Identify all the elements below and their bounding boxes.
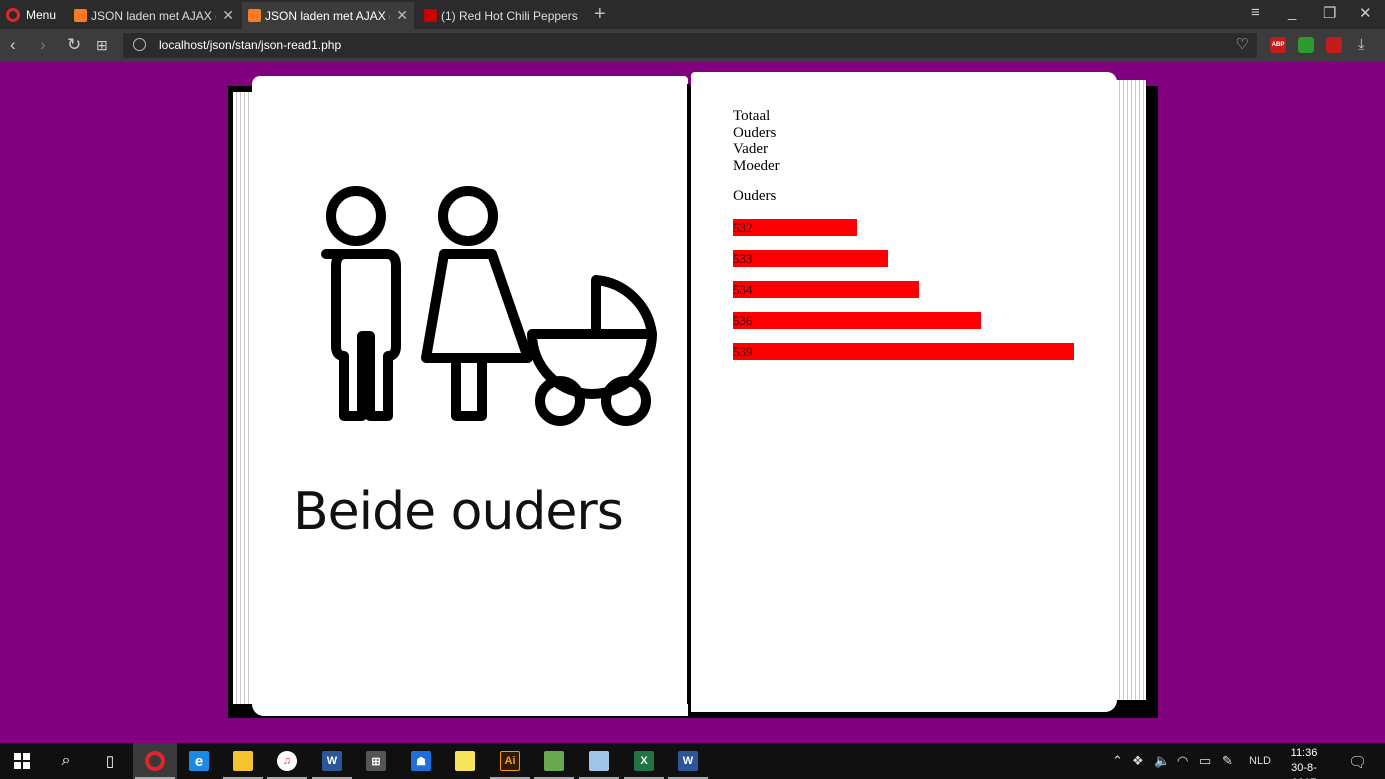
clock[interactable]: 11:36 30-8-2017 (1280, 746, 1328, 779)
close-tab-icon[interactable]: ✕ (396, 7, 408, 24)
address-bar: ‹ › ↻ ⊞ localhost/json/stan/json-read1.p… (0, 29, 1385, 62)
left-page-caption: Beide ouders (293, 482, 624, 542)
folder-icon (233, 751, 253, 771)
xampp-icon (74, 9, 87, 22)
search-icon: ⌕ (61, 752, 71, 769)
close-tab-icon[interactable]: ✕ (222, 7, 234, 24)
taskbar-app-explorer[interactable] (221, 743, 265, 779)
taskbar-app-excel[interactable]: X (622, 743, 666, 779)
taskbar-app-word[interactable]: W (310, 743, 354, 779)
globe-icon (133, 38, 146, 51)
menu-label: Menu (26, 7, 57, 22)
extension-green-icon[interactable] (1298, 37, 1314, 53)
reload-icon[interactable]: ↻ (67, 35, 81, 55)
stat-mother: Moeder (733, 157, 780, 174)
tab-json-ajax-2[interactable]: JSON laden met AJAX (en ✕ (242, 2, 414, 29)
windows-taskbar: ⌕ ▯ e ♫ W ⊞ ☗ Ai X W ⌃ ❖ 🔈 ◠ ▭ ✎ NLD 11:… (0, 743, 1385, 779)
tab-label: JSON laden met AJAX (en (91, 8, 216, 23)
opera-menu-button[interactable]: Menu (6, 4, 56, 25)
clock-date: 30-8-2017 (1291, 762, 1317, 779)
windows-logo-icon (14, 753, 30, 769)
bar-539: 539 (733, 343, 1074, 360)
adblock-extension-icon[interactable]: ABP (1270, 37, 1286, 53)
close-window-icon[interactable]: ✕ (1359, 4, 1372, 22)
word-icon: W (678, 751, 698, 771)
family-illustration-icon (321, 186, 657, 426)
chart-heading: Ouders (733, 188, 777, 204)
show-hidden-icons-icon[interactable]: ⌃ (1112, 753, 1123, 769)
word-icon: W (322, 751, 342, 771)
dropbox-icon[interactable]: ❖ (1132, 753, 1144, 769)
new-tab-icon[interactable]: + (594, 3, 606, 25)
itunes-icon: ♫ (277, 751, 297, 771)
stat-parents: Ouders (733, 124, 777, 141)
extension-red-icon[interactable] (1326, 37, 1342, 53)
clock-time: 11:36 (1290, 747, 1318, 759)
sticky-notes-icon (455, 751, 475, 771)
taskbar-app-illustrator[interactable]: Ai (488, 743, 532, 779)
minimize-icon[interactable]: _ (1288, 4, 1296, 21)
tab-youtube[interactable]: (1) Red Hot Chili Peppers (418, 2, 590, 29)
bookmark-heart-icon[interactable]: ♡ (1236, 35, 1249, 53)
taskbar-app-itunes[interactable]: ♫ (265, 743, 309, 779)
wifi-icon[interactable]: ◠ (1177, 753, 1188, 769)
book-spine (687, 84, 690, 704)
tab-label: (1) Red Hot Chili Peppers (441, 8, 578, 23)
taskbar-app-notepad[interactable] (577, 743, 621, 779)
taskbar-app-word-2[interactable]: W (666, 743, 710, 779)
url-field[interactable]: localhost/json/stan/json-read1.php ♡ (123, 33, 1257, 58)
calculator-icon: ⊞ (366, 751, 386, 771)
taskbar-app-opera[interactable] (133, 743, 177, 779)
tab-menu-icon[interactable]: ≡ (1251, 4, 1260, 21)
excel-icon: X (634, 751, 654, 771)
xampp-icon (248, 9, 261, 22)
bar-536: 536 (733, 312, 981, 329)
shield-icon: ☗ (411, 751, 431, 771)
bar-534: 534 (733, 281, 919, 298)
taskbar-app-calculator[interactable]: ⊞ (354, 743, 398, 779)
download-icon[interactable]: ⤓ (1358, 35, 1365, 55)
tab-label: JSON laden met AJAX (en (265, 8, 390, 23)
taskbar-app-minecraft[interactable] (532, 743, 576, 779)
restore-icon[interactable]: ❐ (1323, 4, 1336, 22)
language-indicator[interactable]: NLD (1249, 755, 1271, 767)
taskbar-app-sticky-notes[interactable] (443, 743, 487, 779)
notification-icon[interactable]: 🗨 (1348, 753, 1367, 771)
notepad-icon (589, 751, 609, 771)
bar-532: 532 (733, 219, 857, 236)
volume-icon[interactable]: 🔈 (1154, 753, 1170, 769)
url-text: localhost/json/stan/json-read1.php (159, 38, 342, 52)
start-button[interactable] (0, 743, 44, 779)
opera-icon (145, 751, 165, 771)
book-page-edges-right (1116, 80, 1146, 700)
forward-icon[interactable]: › (40, 35, 46, 55)
edge-icon: e (189, 751, 209, 771)
stat-father: Vader (733, 141, 768, 157)
minecraft-icon (544, 751, 564, 771)
bar-chart: 532 533 534 536 539 (733, 219, 1083, 374)
back-icon[interactable]: ‹ (10, 35, 16, 55)
tab-json-ajax-1[interactable]: JSON laden met AJAX (en ✕ (68, 2, 240, 29)
taskbar-app-edge[interactable]: e (177, 743, 221, 779)
bar-533: 533 (733, 250, 888, 267)
pen-icon[interactable]: ✎ (1222, 753, 1233, 769)
task-view-icon: ▯ (105, 753, 115, 770)
opera-logo-icon (6, 7, 20, 22)
search-button[interactable]: ⌕ (44, 743, 88, 779)
stats-list: Totaal Ouders Vader Moeder (733, 108, 780, 174)
tab-bar: Menu JSON laden met AJAX (en ✕ JSON lade… (0, 0, 1385, 29)
taskbar-app-defender[interactable]: ☗ (399, 743, 443, 779)
task-view-button[interactable]: ▯ (88, 743, 132, 779)
battery-icon[interactable]: ▭ (1199, 753, 1211, 769)
youtube-icon (424, 9, 437, 22)
stat-total: Totaal (733, 108, 771, 124)
illustrator-icon: Ai (500, 751, 520, 771)
speed-dial-icon[interactable]: ⊞ (96, 35, 108, 55)
